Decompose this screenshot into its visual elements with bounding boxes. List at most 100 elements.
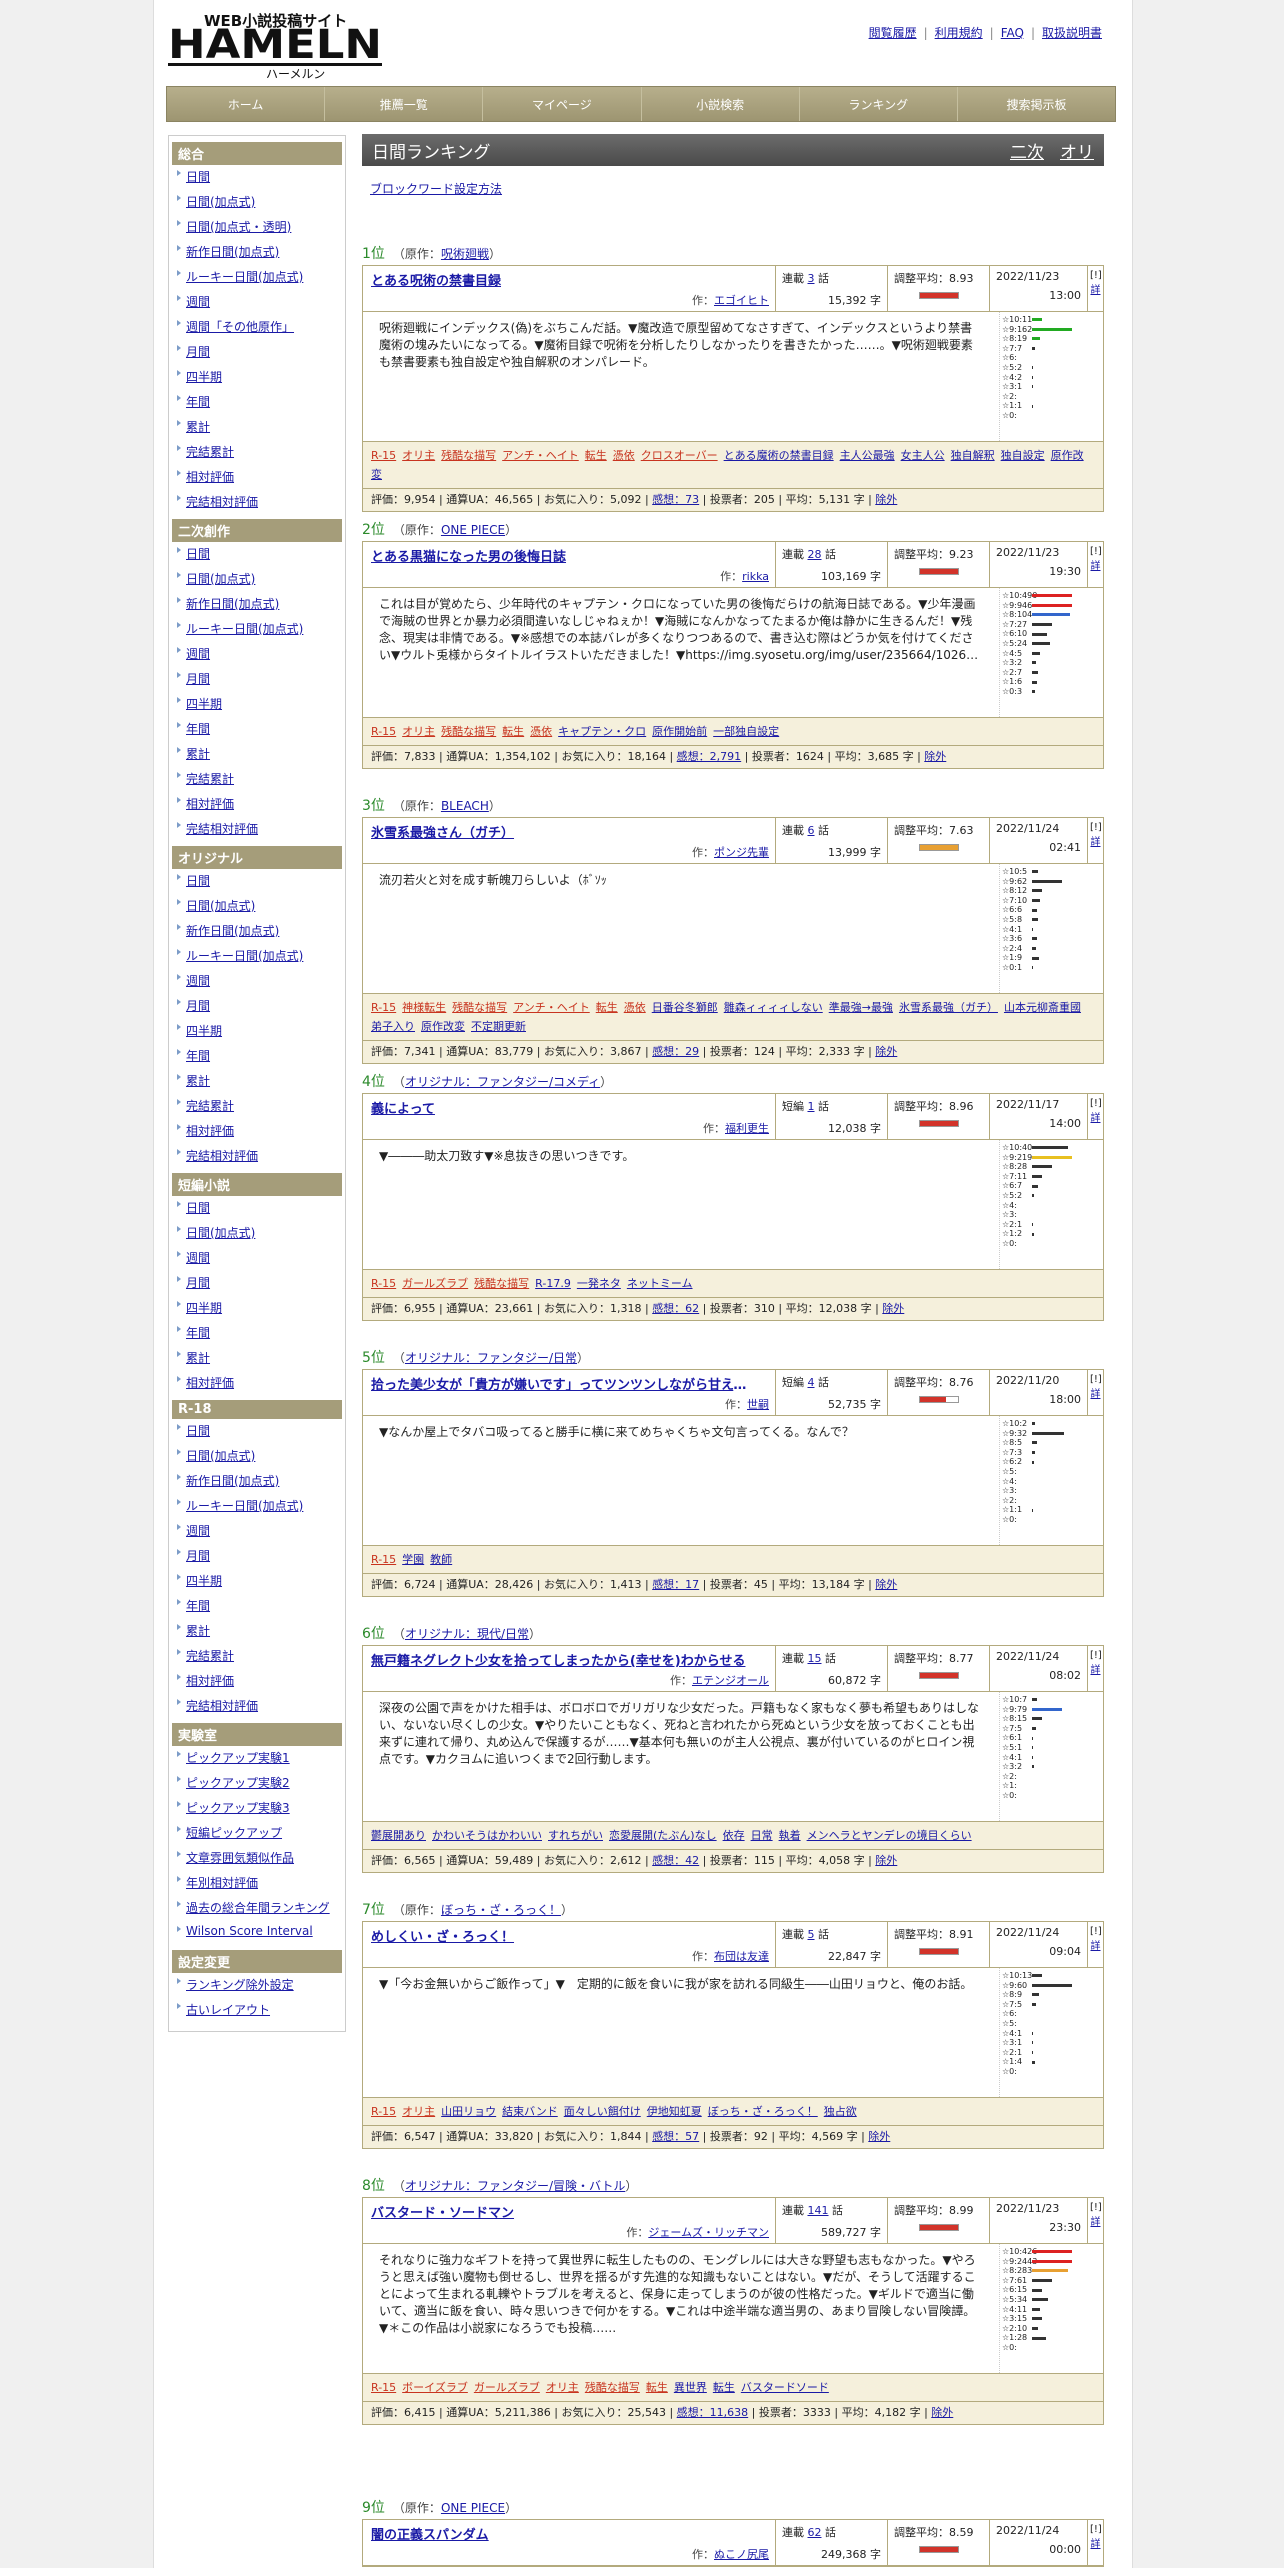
detail-link[interactable]: 詳 — [1091, 1113, 1101, 1124]
sidebar-link[interactable]: 累計 — [186, 420, 210, 434]
stat-link[interactable]: 除外 — [924, 750, 946, 763]
author-link[interactable]: rikka — [742, 570, 769, 583]
nav-mypage[interactable]: マイページ — [483, 87, 642, 121]
sidebar-link[interactable]: 年間 — [186, 1049, 210, 1063]
sidebar-link[interactable]: 新作日間(加点式) — [186, 924, 279, 938]
tag-link[interactable]: 山本元柳斎重國 — [1004, 1001, 1081, 1014]
sidebar-link[interactable]: 月間 — [186, 999, 210, 1013]
sidebar-link[interactable]: 日間(加点式) — [186, 572, 255, 586]
tag-link[interactable]: オリ主 — [402, 725, 435, 738]
detail-link[interactable]: 詳 — [1091, 1389, 1101, 1400]
novel-title[interactable]: めしくい・ざ・ろっく！ — [371, 1926, 751, 1945]
tag-link[interactable]: 弟子入り — [371, 1020, 415, 1033]
source-link[interactable]: オリジナル：ファンタジー/冒険・バトル — [405, 2179, 625, 2193]
author-link[interactable]: ジェームズ・リッチマン — [648, 2226, 769, 2239]
nav-recommend[interactable]: 推薦一覧 — [325, 87, 484, 121]
sidebar-link[interactable]: 完結累計 — [186, 772, 234, 786]
episodes-link[interactable]: 5 — [808, 1928, 815, 1941]
sidebar-link[interactable]: 日間 — [186, 1201, 210, 1215]
tag-link[interactable]: 一発ネタ — [577, 1277, 621, 1290]
tag-link[interactable]: 準最強→最強 — [829, 1001, 893, 1014]
nav-home[interactable]: ホーム — [167, 87, 326, 121]
tag-link[interactable]: オリ主 — [546, 2381, 579, 2394]
detail-link[interactable]: 詳 — [1091, 1665, 1101, 1676]
nav-search[interactable]: 小説検索 — [641, 87, 800, 121]
stat-link[interactable]: 除外 — [875, 493, 897, 506]
detail-link[interactable]: 詳 — [1091, 2217, 1101, 2228]
history-link[interactable]: 閲覧履歴 — [869, 26, 917, 40]
tag-link[interactable]: 伊地知虹夏 — [647, 2105, 702, 2118]
stat-link[interactable]: 除外 — [931, 2406, 953, 2419]
sidebar-link[interactable]: 新作日間(加点式) — [186, 1474, 279, 1488]
stat-link[interactable]: 感想：29 — [652, 1045, 699, 1058]
sidebar-link[interactable]: 月間 — [186, 1276, 210, 1290]
tag-link[interactable]: 独自設定 — [1001, 449, 1045, 462]
tag-link[interactable]: ガールズラブ — [402, 1277, 468, 1290]
novel-title[interactable]: とある呪術の禁書目録 — [371, 270, 751, 289]
sidebar-link[interactable]: 日間(加点式) — [186, 899, 255, 913]
tag-link[interactable]: 独自解釈 — [951, 449, 995, 462]
tag-link[interactable]: 転生 — [502, 725, 524, 738]
tag-link[interactable]: 雛森ィィィィしない — [724, 1001, 823, 1014]
manual-link[interactable]: 取扱説明書 — [1042, 26, 1102, 40]
sidebar-link[interactable]: 日間(加点式) — [186, 1449, 255, 1463]
sidebar-link[interactable]: 相対評価 — [186, 797, 234, 811]
tag-link[interactable]: R-15 — [371, 1553, 396, 1566]
sidebar-link[interactable]: 累計 — [186, 747, 210, 761]
tag-link[interactable]: R-15 — [371, 2105, 396, 2118]
tag-link[interactable]: 転生 — [585, 449, 607, 462]
sidebar-link[interactable]: 年別相対評価 — [186, 1876, 258, 1890]
tag-link[interactable]: 独占欲 — [824, 2105, 857, 2118]
sidebar-link[interactable]: 新作日間(加点式) — [186, 597, 279, 611]
tag-link[interactable]: 依存 — [723, 1829, 745, 1842]
novel-title[interactable]: バスタード・ソードマン — [371, 2202, 751, 2221]
stat-link[interactable]: 感想：11,638 — [677, 2406, 749, 2419]
sidebar-link[interactable]: ピックアップ実験3 — [186, 1801, 290, 1815]
tag-link[interactable]: とある魔術の禁書目録 — [724, 449, 834, 462]
tag-link[interactable]: ネットミーム — [627, 1277, 693, 1290]
novel-title[interactable]: 無戸籍ネグレクト少女を拾ってしまったから(幸せを)わからせる — [371, 1650, 751, 1669]
tag-link[interactable]: 残酷な描写 — [441, 449, 496, 462]
stat-link[interactable]: 感想：17 — [652, 1578, 699, 1591]
author-link[interactable]: エゴイヒト — [714, 294, 769, 307]
sidebar-link[interactable]: 週間 — [186, 647, 210, 661]
tag-link[interactable]: 日常 — [751, 1829, 773, 1842]
sidebar-link[interactable]: 日間(加点式) — [186, 1226, 255, 1240]
author-link[interactable]: エテンジオール — [692, 1674, 769, 1687]
tag-link[interactable]: 残酷な描写 — [585, 2381, 640, 2394]
sidebar-link[interactable]: 日間(加点式) — [186, 195, 255, 209]
sidebar-link[interactable]: 累計 — [186, 1074, 210, 1088]
sidebar-link[interactable]: ルーキー日間(加点式) — [186, 1499, 303, 1513]
tag-link[interactable]: 面々しい餌付け — [564, 2105, 641, 2118]
tag-link[interactable]: 転生 — [646, 2381, 668, 2394]
tag-link[interactable]: 憑依 — [613, 449, 635, 462]
stat-link[interactable]: 感想：62 — [652, 1302, 699, 1315]
detail-link[interactable]: 詳 — [1091, 285, 1101, 296]
terms-link[interactable]: 利用規約 — [935, 26, 983, 40]
tag-link[interactable]: 憑依 — [624, 1001, 646, 1014]
sidebar-link[interactable]: 完結累計 — [186, 1649, 234, 1663]
tag-link[interactable]: 日番谷冬獅郎 — [652, 1001, 718, 1014]
sidebar-link[interactable]: 完結相対評価 — [186, 495, 258, 509]
tag-link[interactable]: 原作改変 — [421, 1020, 465, 1033]
sidebar-link[interactable]: 日間 — [186, 547, 210, 561]
sidebar-link[interactable]: 週間 — [186, 1524, 210, 1538]
sidebar-link[interactable]: 相対評価 — [186, 1376, 234, 1390]
stat-link[interactable]: 除外 — [875, 1854, 897, 1867]
source-link[interactable]: ONE PIECE — [441, 523, 505, 537]
sidebar-link[interactable]: 年間 — [186, 1326, 210, 1340]
sidebar-link[interactable]: 過去の総合年間ランキング — [186, 1901, 330, 1915]
sidebar-link[interactable]: 文章雰囲気類似作品 — [186, 1851, 294, 1865]
tab-ori[interactable]: オリ — [1060, 138, 1094, 163]
block-word-link[interactable]: ブロックワード設定方法 — [370, 182, 502, 196]
faq-link[interactable]: FAQ — [1001, 26, 1024, 40]
sidebar-link[interactable]: ランキング除外設定 — [186, 1978, 294, 1992]
stat-link[interactable]: 感想：42 — [652, 1854, 699, 1867]
tag-link[interactable]: キャプテン・クロ — [558, 725, 646, 738]
tag-link[interactable]: かわいそうはかわいい — [432, 1829, 542, 1842]
sidebar-link[interactable]: 短編ピックアップ — [186, 1826, 282, 1840]
sidebar-link[interactable]: 新作日間(加点式) — [186, 245, 279, 259]
tag-link[interactable]: 一部独自設定 — [713, 725, 779, 738]
tag-link[interactable]: バスタードソード — [741, 2381, 829, 2394]
sidebar-link[interactable]: 年間 — [186, 395, 210, 409]
